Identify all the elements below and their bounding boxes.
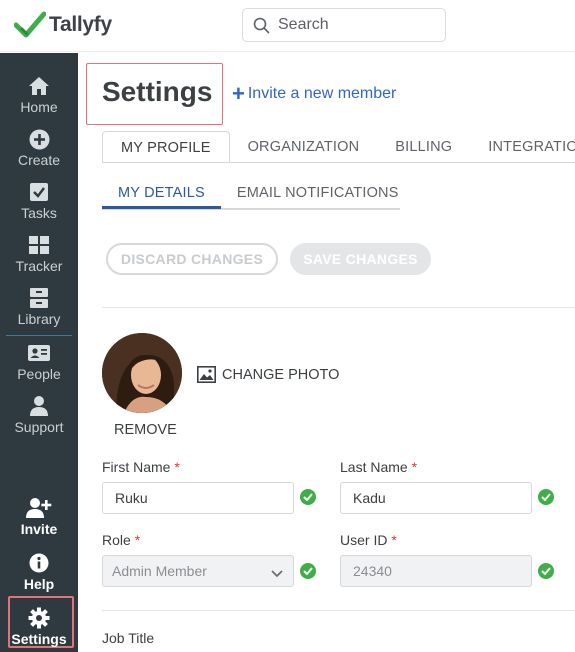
tallyfy-check-icon bbox=[14, 11, 46, 38]
last-name-label-text: Last Name bbox=[340, 459, 408, 475]
sidebar: Home Create Tasks Tracker Library People bbox=[0, 53, 78, 652]
home-icon bbox=[28, 75, 50, 97]
search-icon bbox=[253, 17, 270, 33]
user-id-label-text: User ID bbox=[340, 532, 388, 548]
first-name-field[interactable]: Ruku bbox=[102, 482, 294, 514]
sidebar-item-label: Create bbox=[17, 152, 61, 168]
change-photo-button[interactable]: CHANGE PHOTO bbox=[197, 366, 339, 383]
remove-photo-button[interactable]: REMOVE bbox=[114, 422, 177, 438]
sidebar-item-settings[interactable]: Settings bbox=[0, 607, 78, 647]
tab-my-profile[interactable]: MY PROFILE bbox=[102, 131, 230, 163]
last-name-field[interactable]: Kadu bbox=[340, 482, 532, 514]
invite-member-link[interactable]: + Invite a new member bbox=[232, 81, 397, 106]
plus-circle-icon bbox=[29, 128, 50, 150]
sidebar-item-support[interactable]: Support bbox=[0, 395, 78, 435]
subtab-my-details[interactable]: MY DETAILS bbox=[102, 178, 221, 209]
sidebar-item-help[interactable]: Help bbox=[0, 552, 78, 592]
sidebar-item-people[interactable]: People bbox=[0, 342, 78, 382]
save-changes-button[interactable]: SAVE CHANGES bbox=[290, 243, 431, 275]
sidebar-item-label: Settings bbox=[11, 631, 67, 647]
sidebar-item-label: Tasks bbox=[21, 205, 57, 221]
sidebar-item-label: Home bbox=[20, 99, 58, 115]
role-label: Role * bbox=[102, 532, 140, 548]
archive-icon bbox=[29, 287, 49, 309]
first-name-label-text: First Name bbox=[102, 459, 171, 475]
invite-link-label: Invite a new member bbox=[247, 85, 397, 102]
sidebar-item-label: Tracker bbox=[15, 258, 63, 274]
sidebar-item-label: Support bbox=[14, 419, 64, 435]
sidebar-item-label: Library bbox=[17, 311, 61, 327]
grid-icon bbox=[28, 234, 50, 256]
first-name-value: Ruku bbox=[115, 490, 148, 506]
plus-icon: + bbox=[232, 81, 245, 106]
search-input[interactable]: Search bbox=[242, 8, 446, 42]
required-mark: * bbox=[134, 532, 141, 548]
search-placeholder: Search bbox=[278, 16, 329, 33]
logo[interactable]: Tallyfy bbox=[14, 10, 112, 40]
last-name-label: Last Name * bbox=[340, 459, 417, 475]
tab-organization[interactable]: ORGANIZATION bbox=[230, 131, 378, 163]
section-divider bbox=[102, 610, 575, 611]
sidebar-item-tracker[interactable]: Tracker bbox=[0, 234, 78, 274]
settings-tabs: MY PROFILE ORGANIZATION BILLING INTEGRAT… bbox=[102, 131, 575, 163]
role-valid-icon bbox=[300, 563, 316, 579]
avatar bbox=[102, 333, 182, 413]
user-id-field: 24340 bbox=[340, 555, 532, 587]
discard-changes-button[interactable]: DISCARD CHANGES bbox=[106, 243, 278, 275]
sidebar-item-home[interactable]: Home bbox=[0, 75, 78, 115]
first-name-valid-icon bbox=[300, 489, 316, 505]
user-icon bbox=[29, 395, 49, 417]
add-user-icon bbox=[26, 497, 52, 519]
logo-text: Tallyfy bbox=[49, 13, 112, 36]
required-mark: * bbox=[174, 459, 180, 475]
checkbox-icon bbox=[29, 181, 49, 203]
required-mark: * bbox=[411, 459, 418, 475]
sidebar-item-label: Invite bbox=[20, 521, 58, 537]
sidebar-item-label: Help bbox=[23, 576, 55, 592]
image-icon bbox=[197, 366, 216, 383]
tabs-divider bbox=[102, 162, 575, 163]
sidebar-item-invite[interactable]: Invite bbox=[0, 497, 78, 537]
gear-icon bbox=[28, 607, 50, 629]
first-name-label: First Name * bbox=[102, 459, 180, 475]
job-title-label: Job Title bbox=[102, 630, 155, 646]
id-card-icon bbox=[27, 342, 51, 364]
sidebar-item-library[interactable]: Library bbox=[0, 287, 78, 327]
chevron-down-icon bbox=[271, 565, 283, 581]
info-icon bbox=[29, 552, 49, 574]
last-name-value: Kadu bbox=[353, 490, 386, 506]
role-value: Admin Member bbox=[112, 563, 207, 579]
sidebar-item-create[interactable]: Create bbox=[0, 128, 78, 168]
last-name-valid-icon bbox=[538, 489, 554, 505]
role-select[interactable]: Admin Member bbox=[102, 555, 294, 587]
subtab-email-notifications[interactable]: EMAIL NOTIFICATIONS bbox=[221, 178, 415, 209]
sidebar-item-tasks[interactable]: Tasks bbox=[0, 181, 78, 221]
user-id-valid-icon bbox=[538, 563, 554, 579]
tab-billing[interactable]: BILLING bbox=[377, 131, 470, 163]
change-photo-label: CHANGE PHOTO bbox=[222, 366, 340, 383]
sidebar-item-label: People bbox=[17, 366, 61, 382]
sidebar-divider bbox=[6, 335, 72, 336]
top-bar: Tallyfy Search bbox=[0, 0, 575, 52]
tab-integrations[interactable]: INTEGRATIONS bbox=[470, 131, 575, 163]
user-id-label: User ID * bbox=[340, 532, 397, 548]
user-id-value: 24340 bbox=[353, 563, 392, 579]
section-divider bbox=[102, 307, 575, 308]
required-mark: * bbox=[391, 532, 397, 548]
profile-subtabs: MY DETAILS EMAIL NOTIFICATIONS bbox=[102, 178, 415, 209]
page-title: Settings bbox=[102, 76, 213, 107]
role-label-text: Role bbox=[102, 532, 131, 548]
